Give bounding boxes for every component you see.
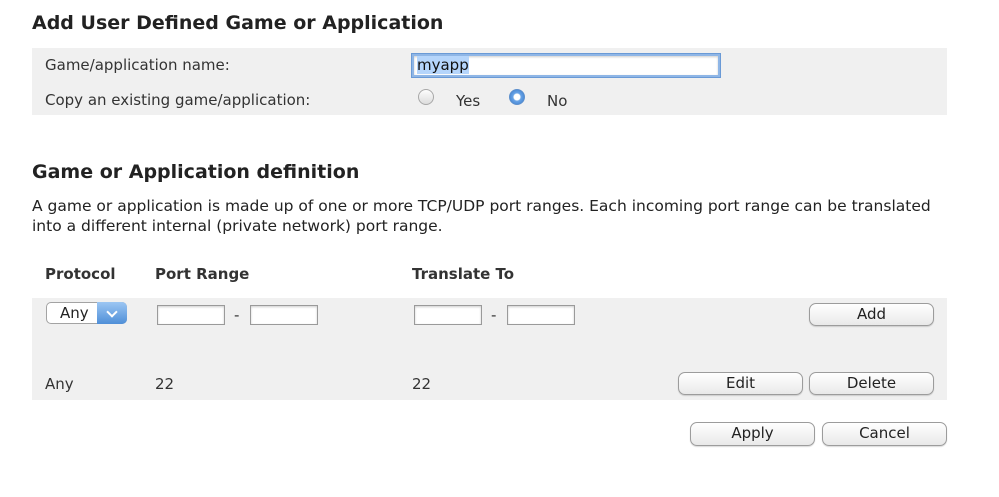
copy-label: Copy an existing game/application: — [45, 91, 311, 109]
game-name-value: myapp — [417, 56, 469, 74]
protocol-select-value: Any — [60, 304, 89, 322]
translate-start-input[interactable] — [414, 305, 482, 325]
section-title-definition: Game or Application definition — [32, 161, 360, 183]
port-range-separator: - — [234, 306, 240, 324]
protocol-select[interactable]: Any — [46, 302, 127, 324]
row-translate-to: 22 — [412, 375, 432, 393]
copy-no-label: No — [547, 92, 568, 110]
chevron-down-icon — [97, 302, 127, 324]
cancel-button[interactable]: Cancel — [822, 422, 947, 446]
header-protocol: Protocol — [45, 265, 116, 283]
add-button[interactable]: Add — [809, 303, 934, 326]
spacer-row — [32, 332, 947, 366]
copy-yes-label: Yes — [456, 92, 481, 110]
row-protocol: Any — [45, 375, 74, 393]
copy-yes-radio[interactable] — [418, 89, 434, 105]
header-translate-to: Translate To — [412, 265, 515, 283]
section-title-add-game: Add User Defined Game or Application — [32, 12, 444, 34]
definition-description: A game or application is made up of one … — [32, 197, 931, 235]
translate-end-input[interactable] — [507, 305, 575, 325]
delete-button[interactable]: Delete — [809, 372, 934, 395]
apply-button[interactable]: Apply — [690, 422, 815, 446]
copy-no-radio[interactable] — [509, 89, 525, 105]
name-label: Game/application name: — [45, 56, 230, 74]
edit-button[interactable]: Edit — [678, 372, 803, 395]
row-port-range: 22 — [155, 375, 175, 393]
translate-separator: - — [491, 306, 497, 324]
header-port-range: Port Range — [155, 265, 250, 283]
port-range-end-input[interactable] — [250, 305, 318, 325]
game-name-input[interactable]: myapp — [411, 53, 721, 78]
port-range-start-input[interactable] — [157, 305, 225, 325]
